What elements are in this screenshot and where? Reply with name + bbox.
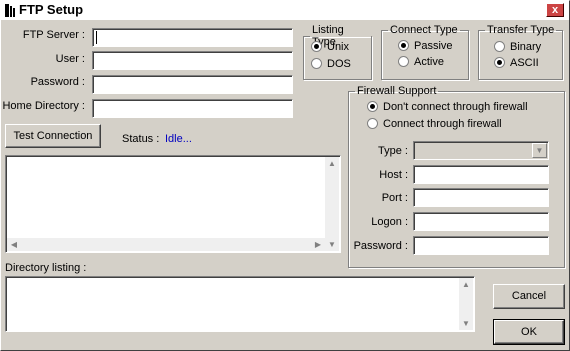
ftp-setup-window: FTP Setup x FTP Server : User : Password… [0, 0, 570, 351]
firewall-type-select[interactable]: ▼ [413, 141, 549, 160]
window-title: FTP Setup [19, 2, 84, 17]
scroll-right-icon[interactable]: ▶ [311, 238, 325, 251]
radio-indicator [311, 58, 322, 69]
directory-vertical-scrollbar[interactable]: ▲ ▼ [459, 278, 473, 330]
connect-type-group: Connect Type [381, 24, 469, 80]
ftp-tool-icon [5, 4, 15, 17]
user-input[interactable] [92, 51, 293, 70]
status-label: Status : [122, 133, 160, 145]
firewall-host-label: Host : [379, 169, 408, 181]
radio-indicator [398, 40, 409, 51]
firewall-support-legend: Firewall Support [357, 85, 437, 97]
home-directory-input[interactable] [92, 99, 293, 118]
radio-dos-label: DOS [327, 58, 351, 70]
close-button[interactable]: x [546, 3, 564, 17]
radio-active-label: Active [414, 56, 444, 68]
ftp-server-input[interactable] [92, 28, 293, 47]
transfer-type-legend: Transfer Type [487, 24, 555, 36]
radio-ascii[interactable]: ASCII [494, 57, 539, 69]
title-bar: FTP Setup x [1, 1, 569, 20]
radio-ascii-label: ASCII [510, 57, 539, 69]
password-input[interactable] [92, 75, 293, 94]
radio-passive-label: Passive [414, 40, 453, 52]
radio-indicator [367, 118, 378, 129]
radio-indicator [311, 41, 322, 52]
radio-binary-label: Binary [510, 41, 542, 53]
firewall-logon-label: Logon : [371, 216, 408, 228]
cancel-button[interactable]: Cancel [493, 284, 565, 309]
radio-unix[interactable]: Unix [311, 41, 349, 53]
home-directory-label: Home Directory : [2, 100, 85, 112]
radio-binary[interactable]: Binary [494, 41, 541, 53]
close-icon: x [551, 4, 559, 16]
user-label: User : [55, 53, 85, 65]
scroll-up-icon[interactable]: ▲ [459, 278, 473, 291]
scroll-up-icon[interactable]: ▲ [325, 157, 339, 170]
scroll-down-icon[interactable]: ▼ [325, 238, 339, 251]
ok-button[interactable]: OK [493, 319, 565, 345]
chevron-down-icon[interactable]: ▼ [532, 143, 547, 158]
radio-indicator [398, 56, 409, 67]
radio-indicator [494, 57, 505, 68]
firewall-port-label: Port : [381, 192, 408, 204]
radio-through-firewall-label: Connect through firewall [383, 118, 502, 130]
text-caret [96, 31, 97, 44]
radio-indicator [367, 101, 378, 112]
password-label: Password : [30, 76, 85, 88]
firewall-host-input[interactable] [413, 165, 549, 184]
directory-listing-label: Directory listing : [5, 262, 87, 274]
connection-log-box[interactable]: ▲ ▼ ◀ ▶ [5, 155, 341, 253]
radio-passive[interactable]: Passive [398, 40, 453, 52]
ftp-server-label: FTP Server : [22, 29, 85, 41]
firewall-type-label: Type : [378, 145, 408, 157]
test-connection-button[interactable]: Test Connection [5, 124, 101, 148]
firewall-port-input[interactable] [413, 188, 549, 207]
radio-unix-label: Unix [327, 41, 350, 53]
radio-no-firewall[interactable]: Don't connect through firewall [367, 101, 528, 113]
radio-active[interactable]: Active [398, 56, 444, 68]
firewall-password-label: Password : [353, 240, 408, 252]
radio-no-firewall-label: Don't connect through firewall [383, 101, 528, 113]
directory-listing-box[interactable]: ▲ ▼ [5, 276, 475, 332]
log-horizontal-scrollbar[interactable]: ◀ ▶ [7, 238, 325, 251]
connect-type-legend: Connect Type [390, 24, 458, 36]
log-vertical-scrollbar[interactable]: ▲ ▼ [325, 157, 339, 251]
firewall-password-input[interactable] [413, 236, 549, 255]
radio-indicator [494, 41, 505, 52]
status-value: Idle... [165, 133, 192, 145]
scroll-left-icon[interactable]: ◀ [7, 238, 21, 251]
radio-through-firewall[interactable]: Connect through firewall [367, 118, 502, 130]
radio-dos[interactable]: DOS [311, 58, 351, 70]
firewall-logon-input[interactable] [413, 212, 549, 231]
scroll-down-icon[interactable]: ▼ [459, 317, 473, 330]
